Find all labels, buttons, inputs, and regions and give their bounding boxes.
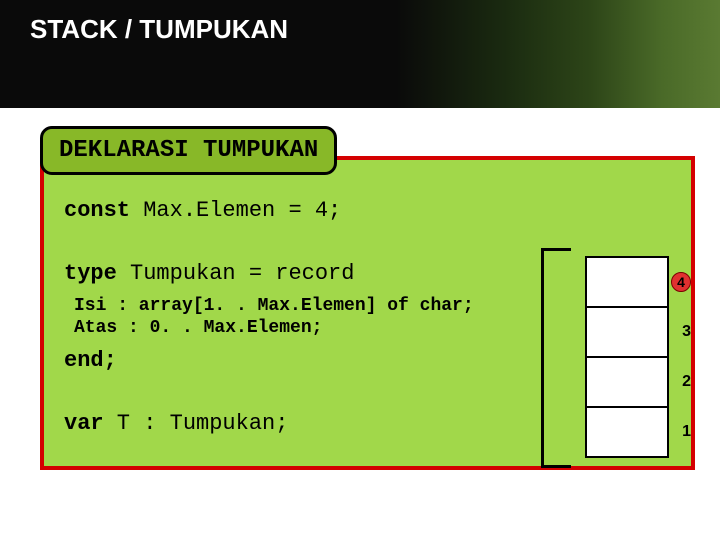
- stack-label: 3: [682, 323, 691, 341]
- code-line: Atas : 0. . Max.Elemen;: [64, 318, 671, 338]
- code-box: const Max.Elemen = 4; type Tumpukan = re…: [40, 156, 695, 470]
- code-text: Tumpukan = record: [117, 261, 355, 286]
- code-line: end;: [64, 348, 671, 373]
- stack-cell: 4: [585, 256, 669, 308]
- bracket-icon: [541, 248, 571, 468]
- stack-visual: 4 3 2 1: [585, 258, 669, 458]
- code-line: type Tumpukan = record: [64, 261, 671, 286]
- keyword-var: var: [64, 411, 104, 436]
- stack-label: 2: [682, 373, 691, 391]
- stack-cell: 3: [585, 306, 669, 358]
- code-line: Isi : array[1. . Max.Elemen] of char;: [64, 296, 671, 316]
- content-area: DEKLARASI TUMPUKAN const Max.Elemen = 4;…: [0, 108, 720, 470]
- stack-label: 1: [682, 423, 691, 441]
- stack-cell: 2: [585, 356, 669, 408]
- stack-label-bubble: 4: [671, 272, 691, 292]
- keyword-const: const: [64, 198, 130, 223]
- section-chip: DEKLARASI TUMPUKAN: [40, 126, 337, 175]
- code-text: Max.Elemen = 4;: [130, 198, 341, 223]
- keyword-type: type: [64, 261, 117, 286]
- header-band: STACK / TUMPUKAN: [0, 0, 720, 108]
- code-text: T : Tumpukan;: [104, 411, 289, 436]
- code-line: const Max.Elemen = 4;: [64, 198, 671, 223]
- code-line: var T : Tumpukan;: [64, 411, 671, 436]
- keyword-end: end;: [64, 348, 117, 373]
- stack-cell: 1: [585, 406, 669, 458]
- page-title: STACK / TUMPUKAN: [30, 14, 720, 45]
